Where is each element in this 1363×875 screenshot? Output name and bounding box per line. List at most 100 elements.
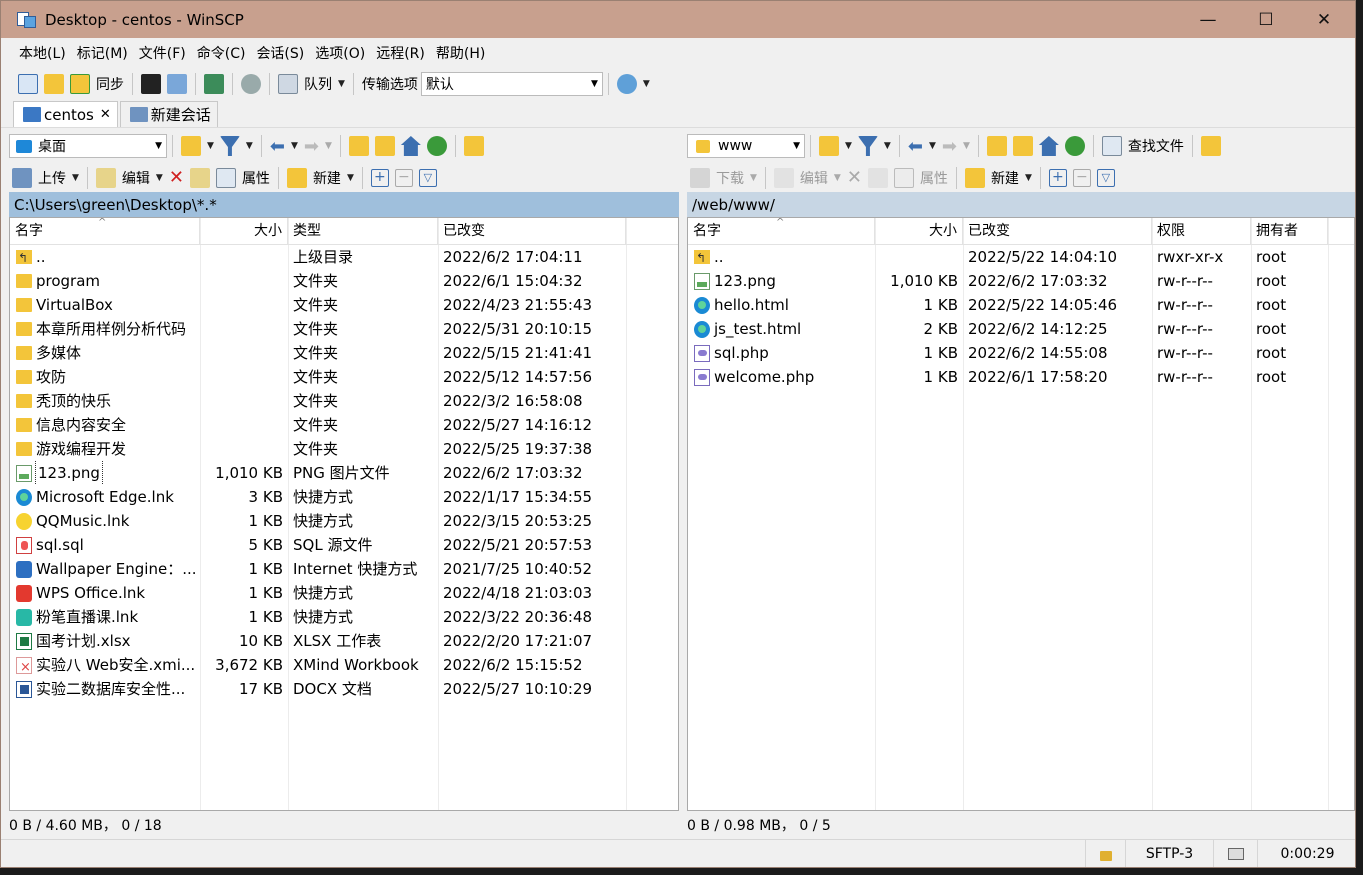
file-row[interactable]: .. 上级目录 2022/6/2 17:04:11 xyxy=(10,245,678,269)
properties-button[interactable]: 属性 xyxy=(920,168,948,188)
file-row[interactable]: Wallpaper Engine：... 1 KB Internet 快捷方式 202… xyxy=(10,557,678,581)
column-size[interactable]: 大小 xyxy=(200,218,288,245)
chevron-down-icon[interactable]: ▼ xyxy=(963,141,970,151)
file-row[interactable]: 信息内容安全 文件夹 2022/5/27 14:16:12 xyxy=(10,413,678,437)
menu-commands[interactable]: 命令(C) xyxy=(197,43,246,63)
local-location-select[interactable]: 桌面 ▼ xyxy=(9,134,167,158)
sync-view-icon[interactable] xyxy=(204,74,224,94)
column-name[interactable]: ^ 名字 xyxy=(688,218,875,245)
chevron-down-icon[interactable]: ▼ xyxy=(72,173,79,183)
filter-icon[interactable] xyxy=(219,136,240,156)
synchronize-browsing-icon[interactable] xyxy=(44,74,64,94)
column-changed[interactable]: 已改变 xyxy=(963,218,1152,245)
new-folder-icon[interactable] xyxy=(964,167,985,188)
file-row[interactable]: 实验八 Web安全.xmi... 3,672 KB XMind Workbook 20… xyxy=(10,653,678,677)
file-row[interactable]: VirtualBox 文件夹 2022/4/23 21:55:43 xyxy=(10,293,678,317)
synchronize-icon[interactable] xyxy=(70,74,90,94)
refresh-icon[interactable] xyxy=(426,136,447,156)
close-button[interactable]: ✕ xyxy=(1295,1,1353,38)
chevron-down-icon[interactable]: ▼ xyxy=(325,141,332,151)
column-size[interactable]: 大小 xyxy=(875,218,963,245)
file-row[interactable]: sql.php 1 KB 2022/6/2 14:55:08 rw-r--r-- roo… xyxy=(688,341,1354,365)
compare-directories-icon[interactable] xyxy=(18,74,38,94)
chevron-down-icon[interactable]: ▼ xyxy=(207,141,214,151)
chevron-down-icon[interactable]: ▼ xyxy=(246,141,253,151)
file-row[interactable]: js_test.html 2 KB 2022/6/2 14:12:25 rw-r--r… xyxy=(688,317,1354,341)
file-row[interactable]: welcome.php 1 KB 2022/6/1 17:58:20 rw-r--r-… xyxy=(688,365,1354,389)
find-files-button[interactable]: 查找文件 xyxy=(1128,136,1184,156)
back-icon[interactable]: ⬅ xyxy=(908,136,923,157)
select-plus-icon[interactable]: + xyxy=(1048,168,1067,187)
open-folder-icon[interactable] xyxy=(181,136,201,156)
new-button[interactable]: 新建 xyxy=(991,168,1019,188)
remote-file-list[interactable]: ^名字 大小 已改变 权限 拥有者 .. 2022/5/22 14:04:10 rw… xyxy=(687,217,1355,811)
file-row[interactable]: 本章所用样例分析代码 文件夹 2022/5/31 20:10:15 xyxy=(10,317,678,341)
tab-session-centos[interactable]: centos ✕ xyxy=(13,101,118,127)
chevron-down-icon[interactable]: ▼ xyxy=(156,173,163,183)
file-row[interactable]: 攻防 文件夹 2022/5/12 14:57:56 xyxy=(10,365,678,389)
putty-icon[interactable] xyxy=(167,74,187,94)
edit-icon[interactable] xyxy=(95,167,116,188)
chevron-down-icon[interactable]: ▼ xyxy=(750,173,757,183)
root-directory-icon[interactable] xyxy=(374,136,395,156)
menu-session[interactable]: 会话(S) xyxy=(256,43,304,63)
file-row[interactable]: 实验二数据库安全性... 17 KB DOCX 文档 2022/5/27 10:10:… xyxy=(10,677,678,701)
chevron-down-icon[interactable]: ▼ xyxy=(291,141,298,151)
download-button[interactable]: 下载 xyxy=(716,168,744,188)
chevron-down-icon[interactable]: ▼ xyxy=(845,141,852,151)
edit-button[interactable]: 编辑 xyxy=(800,168,828,188)
synchronize-button[interactable]: 同步 xyxy=(96,74,124,94)
chevron-down-icon[interactable]: ▼ xyxy=(1025,173,1032,183)
upload-button[interactable]: 上传 xyxy=(38,168,66,188)
parent-directory-icon[interactable] xyxy=(986,136,1007,156)
delete-icon[interactable]: ✕ xyxy=(169,167,184,188)
select-minus-icon[interactable]: − xyxy=(1072,168,1091,187)
file-row[interactable]: hello.html 1 KB 2022/5/22 14:05:46 rw-r--r-… xyxy=(688,293,1354,317)
invert-selection-icon[interactable]: ▽ xyxy=(1096,168,1115,187)
home-icon[interactable] xyxy=(400,136,421,156)
forward-icon[interactable]: ➡ xyxy=(304,136,319,157)
open-folder-icon[interactable] xyxy=(819,136,839,156)
delete-icon[interactable]: ✕ xyxy=(847,167,862,188)
file-row[interactable]: Microsoft Edge.lnk 3 KB 快捷方式 2022/1/17 15:3… xyxy=(10,485,678,509)
select-plus-icon[interactable]: + xyxy=(370,168,389,187)
new-button[interactable]: 新建 xyxy=(313,168,341,188)
find-files-icon[interactable] xyxy=(1101,136,1122,156)
file-row[interactable]: .. 2022/5/22 14:04:10 rwxr-xr-x root xyxy=(688,245,1354,269)
column-name[interactable]: ^ 名字 xyxy=(10,218,200,245)
filter-icon[interactable] xyxy=(857,136,878,156)
menu-options[interactable]: 选项(O) xyxy=(315,43,365,63)
new-folder-icon[interactable] xyxy=(286,167,307,188)
menu-file[interactable]: 文件(F) xyxy=(139,43,186,63)
select-minus-icon[interactable]: − xyxy=(394,168,413,187)
chevron-down-icon[interactable]: ▼ xyxy=(884,141,891,151)
file-row[interactable]: WPS Office.lnk 1 KB 快捷方式 2022/4/18 21:03:03 xyxy=(10,581,678,605)
menu-local[interactable]: 本地(L) xyxy=(19,43,66,63)
edit-icon[interactable] xyxy=(773,167,794,188)
chevron-down-icon[interactable]: ▼ xyxy=(338,79,345,89)
file-row[interactable]: sql.sql 5 KB SQL 源文件 2022/5/21 20:57:53 xyxy=(10,533,678,557)
properties-icon[interactable] xyxy=(893,167,914,188)
minimize-button[interactable]: — xyxy=(1179,1,1237,38)
forward-icon[interactable]: ➡ xyxy=(942,136,957,157)
file-row[interactable]: 123.png 1,010 KB 2022/6/2 17:03:32 rw-r--r-… xyxy=(688,269,1354,293)
column-owner[interactable]: 拥有者 xyxy=(1251,218,1328,245)
close-tab-icon[interactable]: ✕ xyxy=(100,107,111,122)
refresh-icon[interactable] xyxy=(1064,136,1085,156)
menu-mark[interactable]: 标记(M) xyxy=(77,43,128,63)
queue-button[interactable]: 队列 xyxy=(304,74,332,94)
globe-icon[interactable] xyxy=(616,74,637,94)
file-row[interactable]: 游戏编程开发 文件夹 2022/5/25 19:37:38 xyxy=(10,437,678,461)
transfer-preset-select[interactable]: 默认 ▼ xyxy=(420,72,603,96)
rename-icon[interactable] xyxy=(189,167,210,188)
invert-selection-icon[interactable]: ▽ xyxy=(418,168,437,187)
rename-icon[interactable] xyxy=(867,167,888,188)
upload-icon[interactable] xyxy=(12,167,32,188)
file-row[interactable]: 123.png 1,010 KB PNG 图片文件 2022/6/2 17:03:32 xyxy=(10,461,678,485)
menu-remote[interactable]: 远程(R) xyxy=(376,43,425,63)
root-directory-icon[interactable] xyxy=(1012,136,1033,156)
local-file-list[interactable]: ^名字 大小 类型 已改变 .. 上级目录 2022/6/2 17:04:11 pro… xyxy=(9,217,679,811)
file-row[interactable]: 粉笔直播课.lnk 1 KB 快捷方式 2022/3/22 20:36:48 xyxy=(10,605,678,629)
column-changed[interactable]: 已改变 xyxy=(438,218,626,245)
column-type[interactable]: 类型 xyxy=(288,218,438,245)
